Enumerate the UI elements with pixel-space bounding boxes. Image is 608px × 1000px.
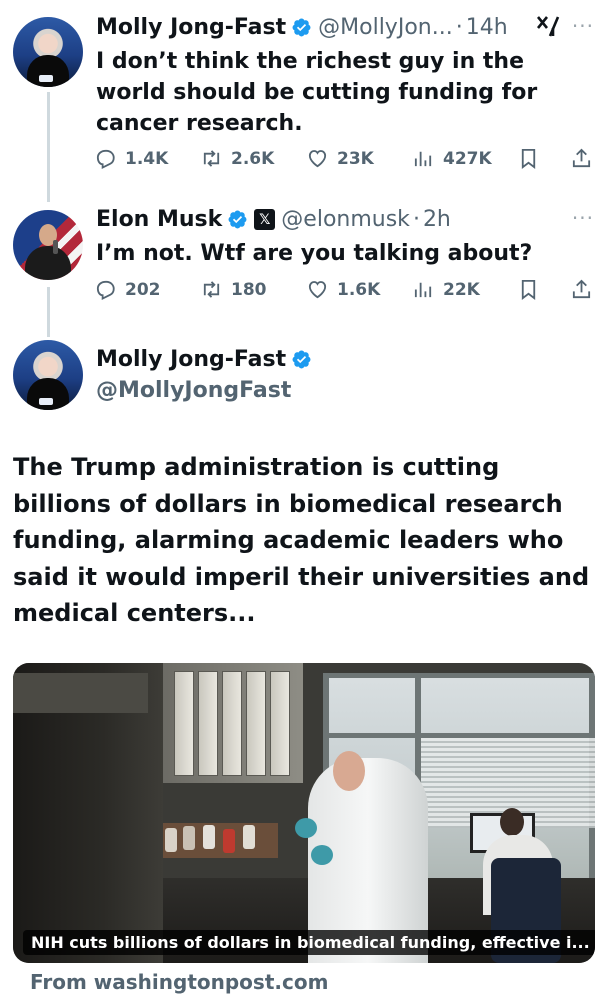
repost-icon xyxy=(203,150,220,167)
reply-button[interactable]: 1.4K xyxy=(94,147,168,170)
avatar[interactable] xyxy=(13,210,83,280)
author-name[interactable]: Elon Musk xyxy=(96,207,222,232)
like-count: 23K xyxy=(337,148,374,169)
verified-badge-icon xyxy=(292,350,311,369)
repost-icon xyxy=(203,281,220,298)
share-icon xyxy=(572,148,591,168)
separator-dot: · xyxy=(412,207,420,232)
like-button[interactable]: 1.6K xyxy=(306,278,380,301)
bookmark-button[interactable] xyxy=(517,147,540,170)
card-source[interactable]: From washingtonpost.com xyxy=(30,970,328,994)
share-button[interactable] xyxy=(570,278,593,301)
author-handle[interactable]: @MollyJongFast xyxy=(96,378,291,403)
bookmark-button[interactable] xyxy=(517,278,540,301)
views-icon xyxy=(414,151,432,167)
tweet-text: The Trump administration is cutting bill… xyxy=(13,453,590,627)
repost-button[interactable]: 180 xyxy=(200,278,267,301)
share-icon xyxy=(572,279,591,299)
timestamp[interactable]: 2h xyxy=(423,207,451,232)
views-button[interactable]: 427K xyxy=(412,147,492,170)
article-image xyxy=(13,663,595,963)
verified-badge-icon xyxy=(292,18,311,37)
author-handle[interactable]: @elonmusk xyxy=(281,207,410,232)
tweet-actions: 1.4K 2.6K 23K 427K xyxy=(94,147,599,175)
author-name[interactable]: Molly Jong-Fast xyxy=(96,15,286,40)
link-card[interactable]: NIH cuts billions of dollars in biomedic… xyxy=(13,663,595,963)
tweet-header: Molly Jong-Fast @MollyJon... · 14h xyxy=(96,15,508,40)
views-icon xyxy=(414,282,432,298)
reply-count: 1.4K xyxy=(125,148,169,169)
grok-icon[interactable] xyxy=(535,14,561,46)
author-name[interactable]: Molly Jong-Fast xyxy=(96,347,286,372)
views-count: 22K xyxy=(443,279,480,300)
avatar[interactable] xyxy=(13,340,83,410)
repost-button[interactable]: 2.6K xyxy=(200,147,274,170)
like-icon xyxy=(308,150,327,168)
avatar[interactable] xyxy=(13,17,83,87)
more-icon[interactable]: ··· xyxy=(572,14,594,38)
quoted-author: Molly Jong-Fast xyxy=(96,347,318,372)
timestamp[interactable]: 14h xyxy=(466,15,508,40)
verified-badge-icon xyxy=(228,210,247,229)
share-button[interactable] xyxy=(570,147,593,170)
reply-button[interactable]: 202 xyxy=(94,278,161,301)
card-title[interactable]: NIH cuts billions of dollars in biomedic… xyxy=(23,930,595,955)
like-icon xyxy=(308,281,327,299)
more-icon[interactable]: ··· xyxy=(572,206,594,230)
author-handle[interactable]: @MollyJon... xyxy=(318,15,453,40)
tweet-text: I don’t think the richest guy in the wor… xyxy=(96,49,538,136)
views-button[interactable]: 22K xyxy=(412,278,480,301)
tweet-elon[interactable]: Elon Musk 𝕏 @elonmusk · 2h ··· I’m not. … xyxy=(0,200,608,330)
reply-count: 202 xyxy=(125,279,161,300)
separator-dot: · xyxy=(455,15,463,40)
like-count: 1.6K xyxy=(337,279,381,300)
repost-count: 180 xyxy=(231,279,267,300)
tweet-header: Elon Musk 𝕏 @elonmusk · 2h xyxy=(96,207,451,232)
like-button[interactable]: 23K xyxy=(306,147,374,170)
reply-icon xyxy=(96,149,115,169)
repost-count: 2.6K xyxy=(231,148,275,169)
bookmark-icon xyxy=(521,148,536,169)
bookmark-icon xyxy=(521,279,536,300)
tweet-text: I’m not. Wtf are you talking about? xyxy=(96,241,533,266)
reply-icon xyxy=(96,280,115,300)
x-affiliate-icon: 𝕏 xyxy=(254,209,276,230)
tweet-actions: 202 180 1.6K 22K xyxy=(94,278,599,306)
views-count: 427K xyxy=(443,148,492,169)
tweet-molly[interactable]: Molly Jong-Fast @MollyJon... · 14h ··· I… xyxy=(0,0,608,200)
